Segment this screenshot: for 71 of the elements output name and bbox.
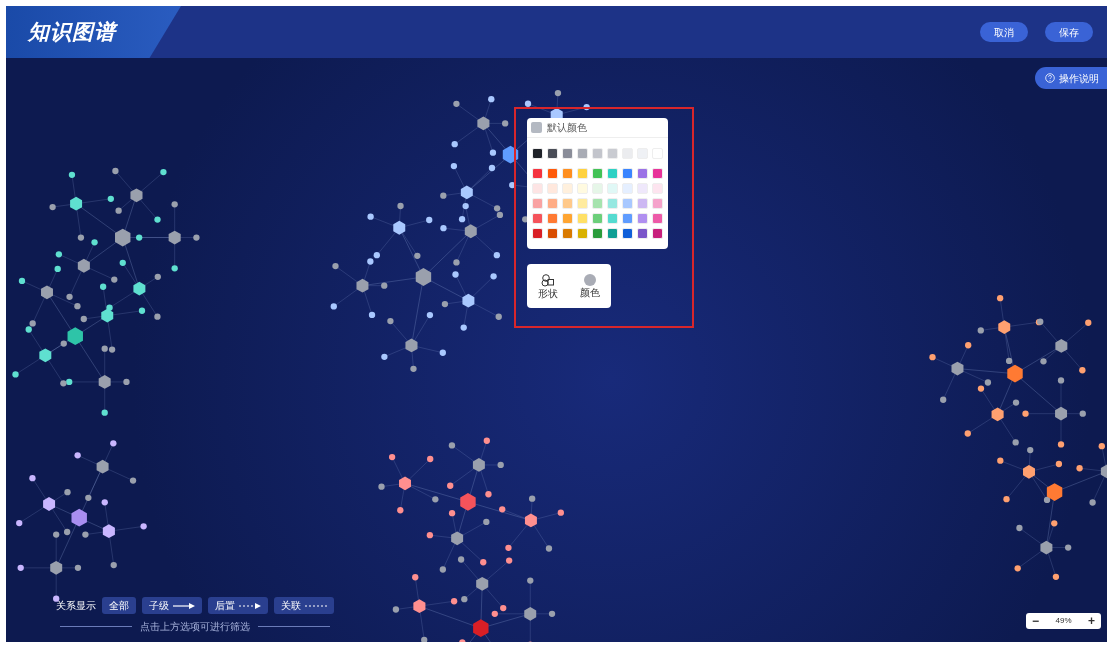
color-swatch[interactable] bbox=[547, 198, 558, 209]
color-swatch[interactable] bbox=[577, 183, 588, 194]
color-swatch[interactable] bbox=[607, 168, 618, 179]
color-swatch[interactable] bbox=[577, 198, 588, 209]
color-swatch[interactable] bbox=[622, 213, 633, 224]
relation-filter-button[interactable]: 全部 bbox=[102, 597, 136, 614]
color-swatch[interactable] bbox=[607, 198, 618, 209]
color-swatch[interactable] bbox=[547, 168, 558, 179]
save-button[interactable]: 保存 bbox=[1045, 22, 1093, 42]
shapes-icon bbox=[541, 273, 555, 287]
color-swatch[interactable] bbox=[607, 183, 618, 194]
color-swatch[interactable] bbox=[577, 228, 588, 239]
cancel-button[interactable]: 取消 bbox=[980, 22, 1028, 42]
color-swatch[interactable] bbox=[547, 228, 558, 239]
color-swatch[interactable] bbox=[532, 168, 543, 179]
color-swatch[interactable] bbox=[652, 168, 663, 179]
relation-filter-button[interactable]: 后置 bbox=[208, 597, 268, 614]
color-swatch[interactable] bbox=[607, 213, 618, 224]
color-swatch[interactable] bbox=[562, 213, 573, 224]
zoom-out-button[interactable]: − bbox=[1032, 615, 1039, 627]
relation-filter-button[interactable]: 关联 bbox=[274, 597, 334, 614]
color-swatch[interactable] bbox=[622, 168, 633, 179]
color-swatch[interactable] bbox=[532, 228, 543, 239]
color-swatch[interactable] bbox=[562, 228, 573, 239]
color-swatch[interactable] bbox=[622, 183, 633, 194]
color-swatch[interactable] bbox=[562, 183, 573, 194]
color-swatch[interactable] bbox=[637, 168, 648, 179]
color-swatch[interactable] bbox=[652, 213, 663, 224]
help-icon bbox=[1045, 73, 1055, 83]
color-swatch[interactable] bbox=[592, 213, 603, 224]
solid-arrow-icon bbox=[173, 601, 195, 610]
help-button[interactable]: 操作说明 bbox=[1035, 67, 1107, 89]
zoom-in-button[interactable]: + bbox=[1087, 615, 1095, 627]
color-swatch[interactable] bbox=[562, 148, 573, 159]
color-swatch[interactable] bbox=[532, 148, 543, 159]
color-swatch[interactable] bbox=[577, 148, 588, 159]
color-swatch[interactable] bbox=[532, 198, 543, 209]
color-swatch[interactable] bbox=[622, 228, 633, 239]
color-swatch[interactable] bbox=[652, 198, 663, 209]
color-swatch[interactable] bbox=[652, 228, 663, 239]
color-swatch[interactable] bbox=[637, 198, 648, 209]
filter-hint: 点击上方选项可进行筛选 bbox=[140, 620, 250, 634]
color-swatch[interactable] bbox=[547, 148, 558, 159]
color-swatch[interactable] bbox=[547, 183, 558, 194]
color-swatch[interactable] bbox=[532, 213, 543, 224]
color-swatch[interactable] bbox=[592, 198, 603, 209]
color-swatch[interactable] bbox=[577, 213, 588, 224]
color-swatch[interactable] bbox=[562, 198, 573, 209]
color-swatch[interactable] bbox=[547, 213, 558, 224]
page-title: 知识图谱 bbox=[28, 19, 117, 46]
zoom-level: 49% bbox=[1055, 615, 1072, 627]
relation-filter-label: 关系显示 bbox=[56, 599, 96, 613]
color-swatch[interactable] bbox=[592, 228, 603, 239]
color-swatch[interactable] bbox=[592, 183, 603, 194]
color-swatch[interactable] bbox=[607, 148, 618, 159]
relation-filter-button[interactable]: 子级 bbox=[142, 597, 202, 614]
color-swatch[interactable] bbox=[637, 228, 648, 239]
dotted-arrow-icon bbox=[239, 601, 261, 610]
color-tab[interactable]: 颜色 bbox=[580, 274, 600, 298]
color-swatch[interactable] bbox=[622, 198, 633, 209]
color-swatch[interactable] bbox=[637, 213, 648, 224]
color-swatch[interactable] bbox=[652, 183, 663, 194]
color-swatch[interactable] bbox=[562, 168, 573, 179]
color-swatch[interactable] bbox=[607, 228, 618, 239]
color-swatch[interactable] bbox=[577, 168, 588, 179]
color-swatch[interactable] bbox=[532, 183, 543, 194]
color-swatch[interactable] bbox=[592, 148, 603, 159]
color-swatch[interactable] bbox=[592, 168, 603, 179]
default-color-swatch[interactable] bbox=[531, 122, 542, 133]
default-color-label: 默认颜色 bbox=[547, 121, 587, 135]
shape-tab[interactable]: 形状 bbox=[538, 273, 558, 299]
